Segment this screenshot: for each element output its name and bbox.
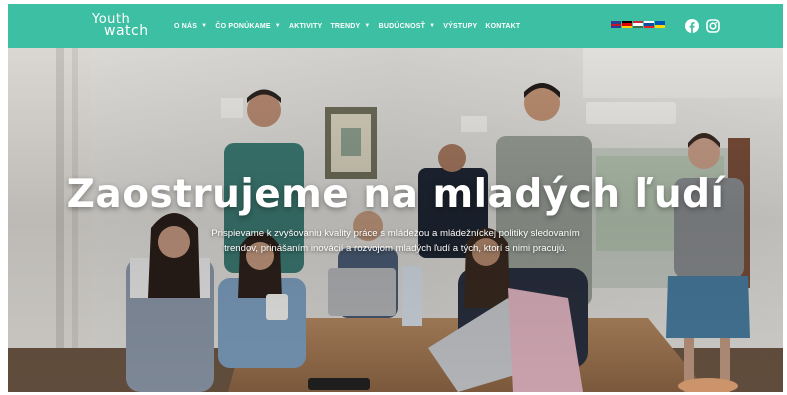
flag-de-icon[interactable] bbox=[622, 21, 632, 28]
chevron-down-icon: ▼ bbox=[429, 23, 436, 29]
menu-item-label: TRENDY bbox=[330, 22, 361, 30]
menu-item-vystupy[interactable]: VÝSTUPY bbox=[443, 23, 477, 30]
hero-headline: Zaostrujeme na mladých ľudí bbox=[66, 172, 725, 217]
menu-item-label: VÝSTUPY bbox=[443, 22, 478, 30]
menu-item-label: ČO PONÚKAME bbox=[215, 22, 271, 30]
instagram-icon bbox=[706, 19, 720, 33]
hero-subtitle: Prispievame k zvyšovaniu kvality práce s… bbox=[211, 228, 580, 254]
chevron-down-icon: ▼ bbox=[201, 23, 208, 29]
logo-line-2: watch bbox=[104, 23, 149, 39]
youthwatch-logo[interactable]: Youth watch bbox=[92, 13, 164, 39]
language-switcher bbox=[611, 21, 665, 29]
flag-sk-icon[interactable] bbox=[644, 21, 654, 28]
page-frame: Youth watch O NÁS ▼ ČO PONÚKAME ▼ AKTIVI… bbox=[8, 4, 783, 392]
menu-item-trendy[interactable]: TRENDY ▼ bbox=[330, 23, 370, 30]
main-menu: O NÁS ▼ ČO PONÚKAME ▼ AKTIVITY TRENDY ▼ … bbox=[174, 4, 528, 48]
flag-en-icon[interactable] bbox=[611, 21, 621, 28]
hero-background-photo bbox=[8, 48, 783, 392]
chevron-down-icon: ▼ bbox=[274, 23, 281, 29]
flag-ua-icon[interactable] bbox=[655, 21, 665, 28]
menu-item-o-nas[interactable]: O NÁS ▼ bbox=[174, 23, 207, 30]
menu-item-co-ponukame[interactable]: ČO PONÚKAME ▼ bbox=[215, 23, 281, 30]
facebook-icon bbox=[685, 19, 699, 33]
menu-item-label: KONTAKT bbox=[485, 22, 521, 30]
menu-item-kontakt[interactable]: KONTAKT bbox=[485, 23, 520, 30]
instagram-link[interactable] bbox=[705, 16, 721, 36]
menu-item-label: BUDÚCNOSŤ bbox=[378, 22, 426, 30]
chevron-down-icon: ▼ bbox=[364, 23, 371, 29]
flag-hu-icon[interactable] bbox=[633, 21, 643, 28]
top-navigation: Youth watch O NÁS ▼ ČO PONÚKAME ▼ AKTIVI… bbox=[8, 4, 783, 48]
menu-item-label: AKTIVITY bbox=[288, 22, 323, 30]
hero-section: Zaostrujeme na mladých ľudí Prispievame … bbox=[8, 48, 783, 392]
menu-item-buducnost[interactable]: BUDÚCNOSŤ ▼ bbox=[379, 23, 436, 30]
facebook-link[interactable] bbox=[684, 16, 700, 36]
menu-item-aktivity[interactable]: AKTIVITY bbox=[289, 23, 323, 30]
menu-item-label: O NÁS bbox=[174, 22, 198, 30]
